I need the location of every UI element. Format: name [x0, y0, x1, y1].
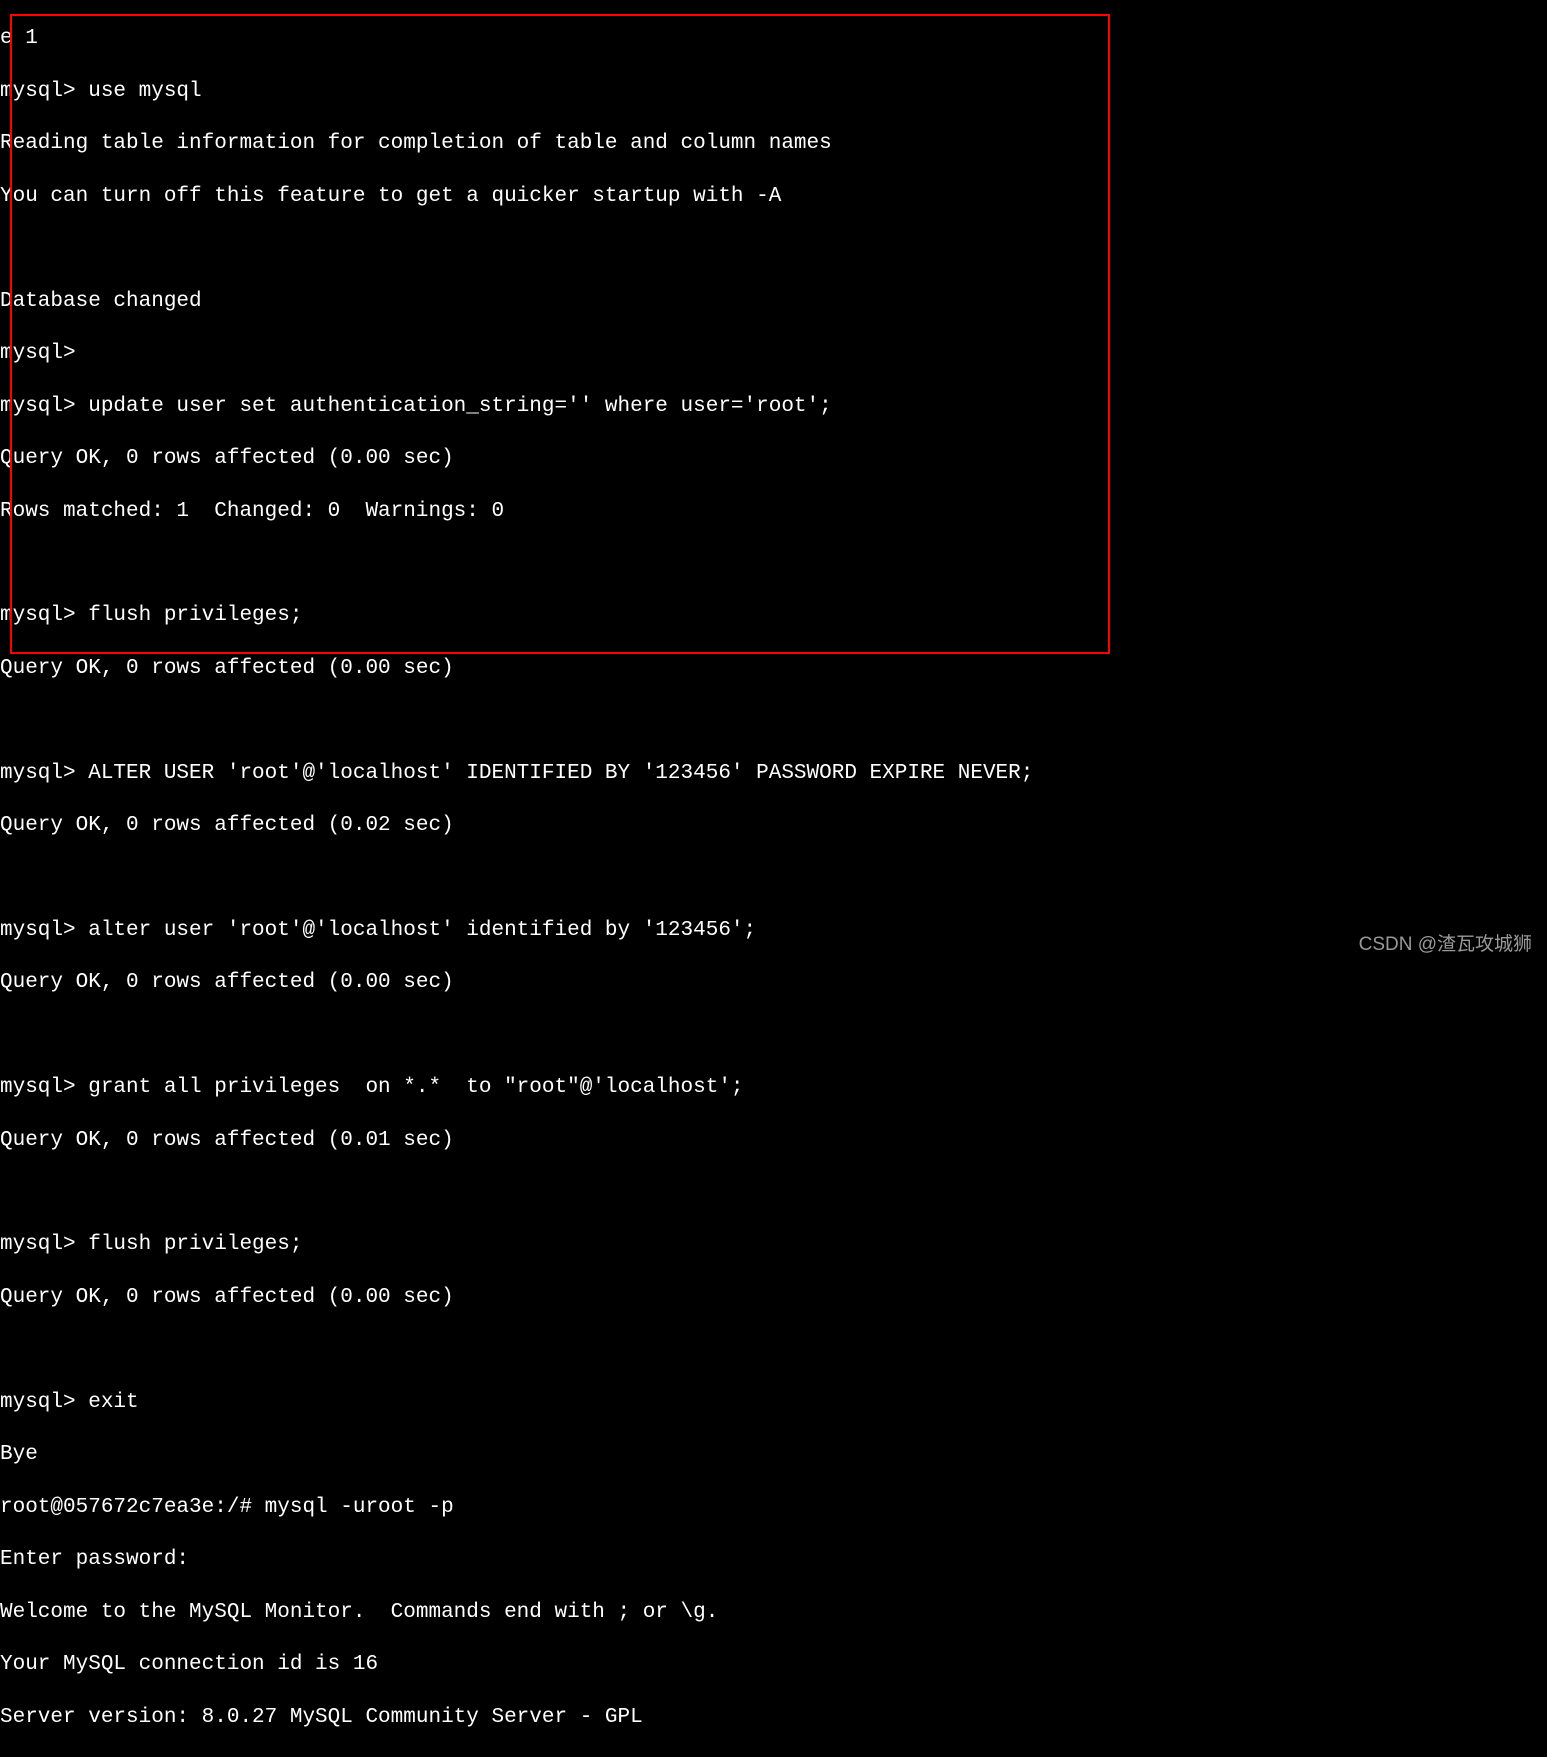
- terminal-line: [0, 1023, 1547, 1049]
- terminal-line: Database changed: [0, 289, 1547, 315]
- terminal-line: Server version: 8.0.27 MySQL Community S…: [0, 1705, 1547, 1731]
- terminal-line: Query OK, 0 rows affected (0.00 sec): [0, 446, 1547, 472]
- terminal-line: [0, 708, 1547, 734]
- terminal-line: Query OK, 0 rows affected (0.01 sec): [0, 1128, 1547, 1154]
- terminal-line: mysql> alter user 'root'@'localhost' ide…: [0, 918, 1547, 944]
- terminal-line: [0, 1180, 1547, 1206]
- terminal-line: You can turn off this feature to get a q…: [0, 184, 1547, 210]
- watermark-text: CSDN @渣瓦攻城狮: [1359, 933, 1532, 957]
- terminal-line: Enter password:: [0, 1547, 1547, 1573]
- terminal-line: mysql> grant all privileges on *.* to "r…: [0, 1075, 1547, 1101]
- terminal-line: e 1: [0, 26, 1547, 52]
- terminal-line: Your MySQL connection id is 16: [0, 1652, 1547, 1678]
- terminal-line: Rows matched: 1 Changed: 0 Warnings: 0: [0, 499, 1547, 525]
- terminal-line: mysql> ALTER USER 'root'@'localhost' IDE…: [0, 761, 1547, 787]
- terminal-line: [0, 551, 1547, 577]
- terminal-line: mysql> update user set authentication_st…: [0, 394, 1547, 420]
- terminal-line: mysql> flush privileges;: [0, 1232, 1547, 1258]
- terminal-line: Bye: [0, 1442, 1547, 1468]
- terminal-line: Query OK, 0 rows affected (0.00 sec): [0, 970, 1547, 996]
- terminal-line: Welcome to the MySQL Monitor. Commands e…: [0, 1600, 1547, 1626]
- terminal-line: mysql> exit: [0, 1390, 1547, 1416]
- terminal-line: [0, 236, 1547, 262]
- terminal-line: Reading table information for completion…: [0, 131, 1547, 157]
- terminal-line: [0, 866, 1547, 892]
- terminal-line: Query OK, 0 rows affected (0.02 sec): [0, 813, 1547, 839]
- terminal-line: [0, 1337, 1547, 1363]
- terminal-line: root@057672c7ea3e:/# mysql -uroot -p: [0, 1495, 1547, 1521]
- terminal-line: mysql> use mysql: [0, 79, 1547, 105]
- terminal-line: mysql>: [0, 341, 1547, 367]
- terminal-line: Query OK, 0 rows affected (0.00 sec): [0, 656, 1547, 682]
- terminal-line: Query OK, 0 rows affected (0.00 sec): [0, 1285, 1547, 1311]
- terminal-line: mysql> flush privileges;: [0, 603, 1547, 629]
- terminal-output[interactable]: e 1 mysql> use mysql Reading table infor…: [0, 0, 1547, 1757]
